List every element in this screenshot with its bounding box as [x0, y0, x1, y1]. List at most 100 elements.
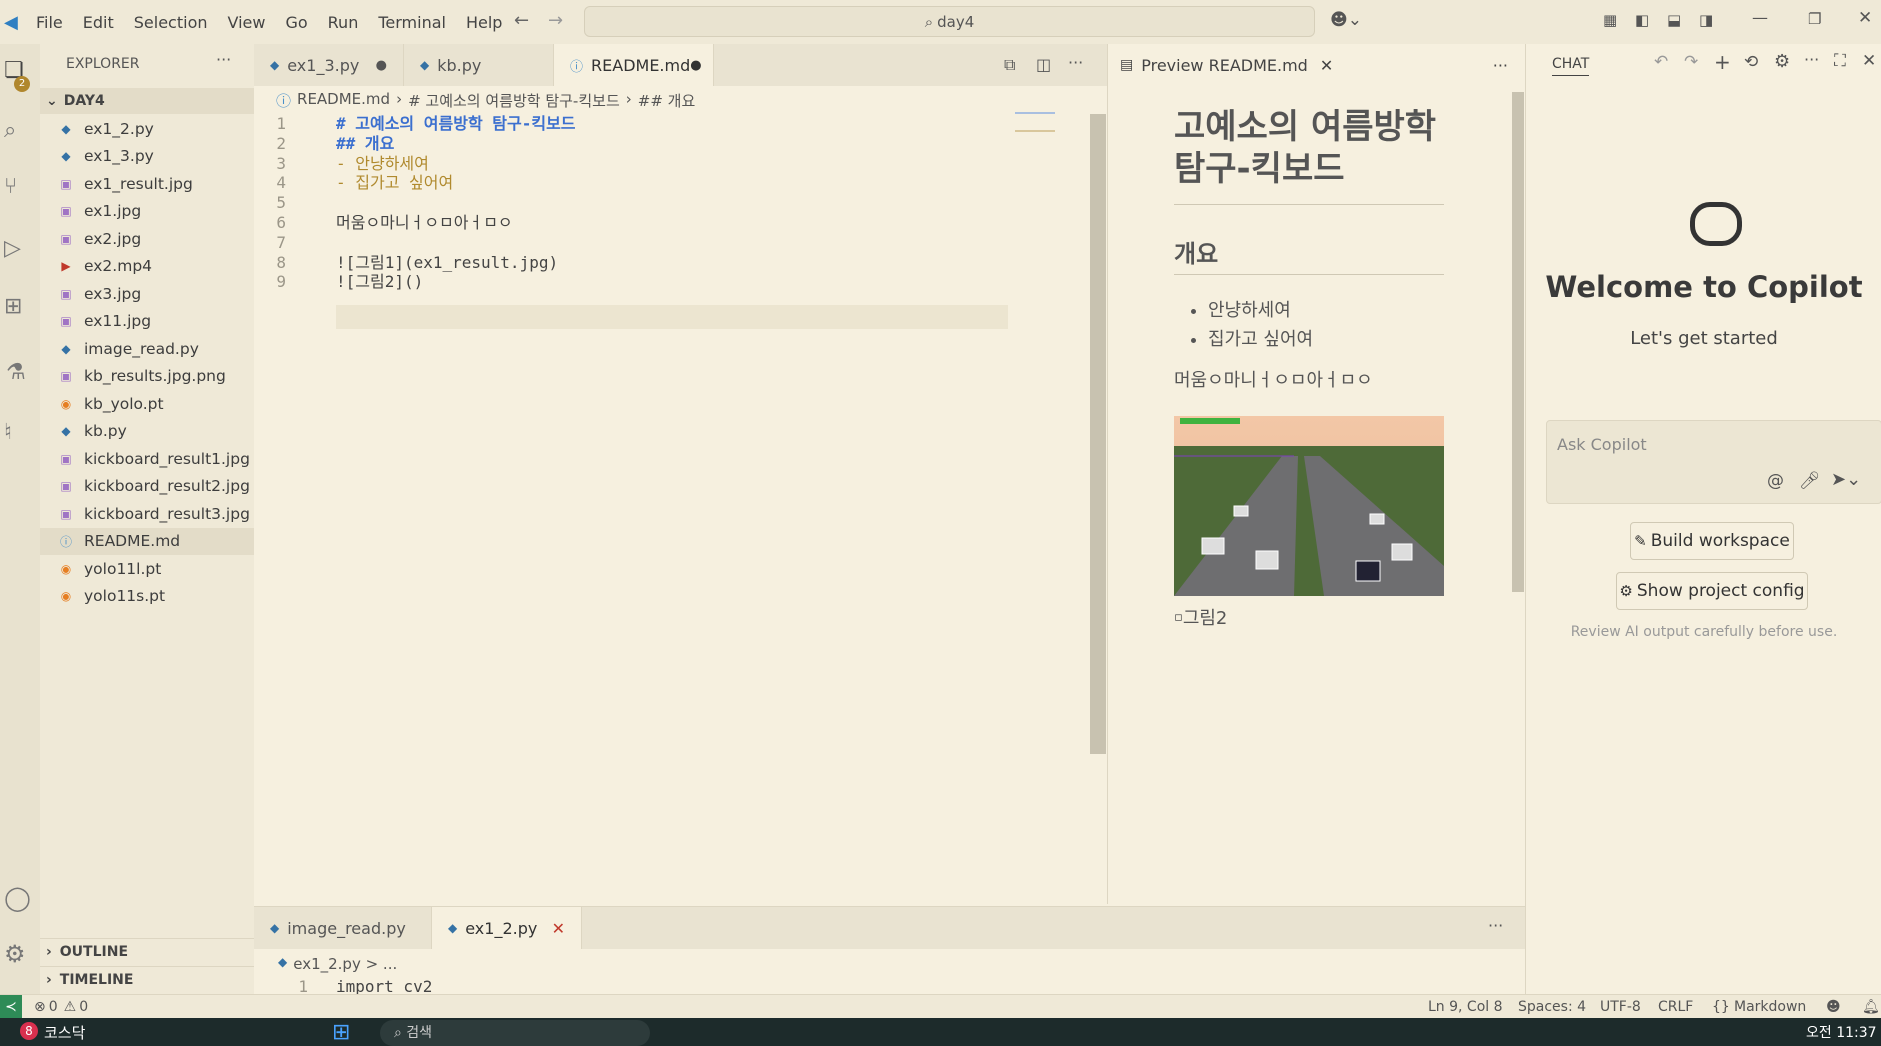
restore-icon[interactable]: ❐ [1808, 10, 1821, 28]
tab-image-read[interactable]: ◆ image_read.py [254, 907, 432, 949]
account-icon[interactable]: ◯ [4, 884, 31, 912]
clock[interactable]: 오전 11:37 [1806, 1022, 1877, 1042]
settings-gear-icon[interactable]: ⚙ [4, 940, 26, 968]
redo-icon[interactable]: ↷ [1684, 52, 1698, 72]
more-actions-icon[interactable]: ··· [216, 50, 231, 69]
code-line[interactable]: 9 ![그림2]() [254, 272, 1014, 292]
python-extension-icon[interactable]: ♮ [4, 420, 12, 445]
file-item[interactable]: ▶ ex2.mp4 [40, 253, 254, 281]
testing-icon[interactable]: ⚗ [6, 360, 26, 385]
undo-icon[interactable]: ↶ [1654, 52, 1668, 72]
code-line[interactable]: 5 [254, 193, 1014, 213]
warning-count[interactable]: 0 [79, 999, 88, 1015]
toggle-sidebar-icon[interactable]: ◧ [1635, 11, 1649, 29]
menu-edit[interactable]: Edit [73, 13, 124, 32]
file-item[interactable]: ◆ ex1_2.py [40, 115, 254, 143]
language-mode[interactable]: Markdown [1734, 999, 1806, 1015]
file-item[interactable]: ◆ kb.py [40, 418, 254, 446]
minimap[interactable] [1015, 112, 1055, 132]
error-count[interactable]: 0 [49, 999, 58, 1015]
code-editor[interactable]: 1 # 고예소의 여름방학 탐구-킥보드 2 ## 개요 3 - 안냥하세여 4 - 집가고 … [254, 114, 1014, 292]
toggle-secondary-sidebar-icon[interactable]: ◨ [1699, 11, 1713, 29]
unsaved-dot[interactable]: ● [690, 58, 701, 73]
editor-scrollbar[interactable] [1090, 114, 1106, 754]
file-item[interactable]: ◆ ex1_3.py [40, 143, 254, 171]
preview-tab[interactable]: ▤ Preview README.md ✕ ··· [1108, 44, 1526, 86]
extensions-icon[interactable]: ⊞ [4, 294, 22, 319]
send-icon[interactable]: ➤⌄ [1831, 469, 1861, 490]
tab-readme[interactable]: ⓘ README.md ● [554, 44, 714, 86]
line-ending[interactable]: CRLF [1658, 999, 1693, 1015]
tab-ex1-3[interactable]: ◆ ex1_3.py ● [254, 44, 404, 86]
code-line[interactable]: 4 - 집가고 싶어여 [254, 173, 1014, 193]
encoding[interactable]: UTF-8 [1600, 999, 1641, 1015]
menu-selection[interactable]: Selection [124, 13, 218, 32]
code-line[interactable]: 7 [254, 233, 1014, 253]
menu-help[interactable]: Help [456, 13, 512, 32]
indentation[interactable]: Spaces: 4 [1518, 999, 1586, 1015]
panel-more-icon[interactable]: ··· [1488, 916, 1503, 935]
source-control-icon[interactable]: ⑂ [4, 174, 17, 199]
run-debug-icon[interactable]: ▷ [4, 236, 21, 261]
code-line[interactable]: 8 ![그림1](ex1_result.jpg) [254, 253, 1014, 273]
open-preview-icon[interactable]: ⧉ [1004, 55, 1015, 75]
toggle-panel-icon[interactable]: ⬓ [1667, 11, 1681, 29]
file-item[interactable]: ▣ kickboard_result2.jpg [40, 473, 254, 501]
code-line[interactable]: 1 # 고예소의 여름방학 탐구-킥보드 [254, 114, 1014, 134]
forward-arrow-icon[interactable]: → [548, 10, 563, 31]
command-center-search[interactable]: ⌕ day4 [584, 6, 1315, 37]
history-icon[interactable]: ⟲ [1744, 52, 1758, 72]
taskbar-search[interactable]: ⌕ 검색 [380, 1020, 650, 1046]
close-chat-icon[interactable]: ✕ [1862, 51, 1876, 71]
chat-input[interactable]: Ask Copilot @ 🎤︎ ➤⌄ [1546, 420, 1881, 504]
close-icon[interactable]: ✕ [552, 919, 565, 938]
breadcrumb-heading1[interactable]: # 고예소의 여름방학 탐구-킥보드 [408, 90, 620, 111]
file-item[interactable]: ⓘ README.md [40, 527, 254, 555]
back-arrow-icon[interactable]: ← [514, 10, 529, 31]
preview-scrollbar[interactable] [1512, 92, 1524, 592]
new-chat-icon[interactable]: + [1714, 50, 1731, 74]
chat-settings-icon[interactable]: ⚙ [1774, 51, 1790, 72]
split-editor-icon[interactable]: ◫ [1036, 55, 1051, 74]
menu-view[interactable]: View [218, 13, 276, 32]
chat-more-icon[interactable]: ··· [1804, 50, 1819, 69]
start-icon[interactable]: ⊞ [332, 1020, 350, 1045]
outline-section[interactable]: › OUTLINE [40, 938, 254, 964]
file-item[interactable]: ▣ ex1.jpg [40, 198, 254, 226]
file-item[interactable]: ▣ kb_results.jpg.png [40, 363, 254, 391]
folder-day4[interactable]: ⌄ DAY4 [40, 88, 254, 114]
chat-title[interactable]: CHAT [1552, 56, 1590, 76]
file-item[interactable]: ◉ yolo11l.pt [40, 555, 254, 583]
notifications-icon[interactable]: 🔔︎ [1862, 999, 1880, 1015]
file-item[interactable]: ◆ image_read.py [40, 335, 254, 363]
at-mention-icon[interactable]: @ [1767, 471, 1784, 491]
file-item[interactable]: ▣ kickboard_result3.jpg [40, 500, 254, 528]
show-project-config-button[interactable]: ⚙ Show project config [1616, 572, 1808, 610]
copilot-menu-icon[interactable]: ☻⌄ [1330, 10, 1362, 30]
minimize-icon[interactable]: — [1752, 8, 1768, 27]
close-icon[interactable]: ✕ [1320, 56, 1333, 75]
menu-file[interactable]: File [26, 13, 73, 32]
file-item[interactable]: ◉ kb_yolo.pt [40, 390, 254, 418]
file-item[interactable]: ▣ ex11.jpg [40, 308, 254, 336]
stock-widget-label[interactable]: 코스닥 [44, 1022, 85, 1043]
timeline-section[interactable]: › TIMELINE [40, 966, 254, 992]
maximize-icon[interactable]: ⛶ [1834, 51, 1846, 71]
errors-icon[interactable]: ⊗ [34, 999, 46, 1015]
search-view-icon[interactable]: ⌕ [4, 118, 16, 143]
file-item[interactable]: ▣ kickboard_result1.jpg [40, 445, 254, 473]
file-item[interactable]: ▣ ex1_result.jpg [40, 170, 254, 198]
file-item[interactable]: ◉ yolo11s.pt [40, 583, 254, 611]
copilot-status-icon[interactable]: ☻ [1826, 999, 1841, 1015]
warnings-icon[interactable]: ⚠ [64, 999, 77, 1015]
file-item[interactable]: ▣ ex3.jpg [40, 280, 254, 308]
breadcrumb-file[interactable]: README.md [297, 90, 390, 111]
unsaved-dot[interactable]: ● [376, 58, 387, 73]
file-item[interactable]: ▣ ex2.jpg [40, 225, 254, 253]
close-window-icon[interactable]: ✕ [1858, 8, 1872, 28]
menu-go[interactable]: Go [275, 13, 317, 32]
panel-breadcrumb-text[interactable]: ex1_2.py > ... [293, 955, 397, 973]
menu-terminal[interactable]: Terminal [368, 13, 456, 32]
breadcrumb-heading2[interactable]: ## 개요 [638, 90, 696, 111]
microphone-icon[interactable]: 🎤︎ [1799, 471, 1821, 491]
